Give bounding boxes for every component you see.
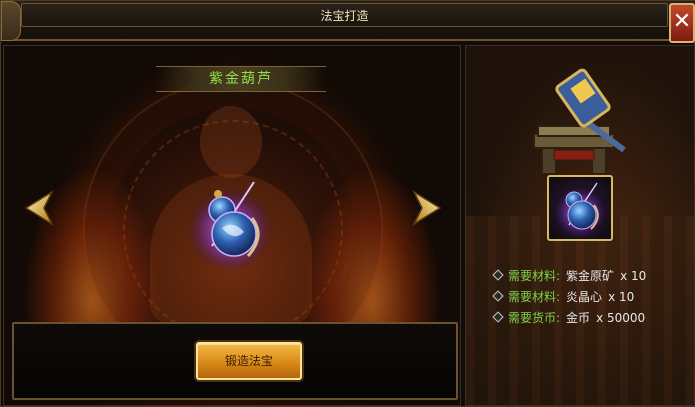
anvil-hammer-icon xyxy=(533,68,626,174)
item-display-panel: 紫金葫芦 锻造法宝 xyxy=(3,45,461,406)
requirement-qty: x 50000 xyxy=(596,311,646,325)
requirement-value: 紫金原矿 xyxy=(566,269,615,283)
requirement-value: 金币 xyxy=(566,311,591,325)
requirement-qty: x 10 xyxy=(608,290,635,304)
titlebar-ornament-left xyxy=(1,1,21,41)
diamond-bullet-icon xyxy=(492,310,504,323)
requirements-panel: 需要材料: 紫金原矿 x 10 需要材料: 炎晶心 x 10 需要货币: 金币 x 5000… xyxy=(465,45,695,406)
forge-button[interactable]: 锻造法宝 xyxy=(196,342,302,380)
silhouette-head xyxy=(200,106,262,178)
forge-action-bar: 锻造法宝 xyxy=(12,322,458,400)
close-button[interactable]: ✕ xyxy=(669,3,695,43)
gourd-icon[interactable] xyxy=(182,174,278,270)
requirement-qty: x 10 xyxy=(620,269,647,283)
title-plate: 法宝打造 xyxy=(21,3,668,27)
item-name: 紫金葫芦 xyxy=(209,71,273,87)
arrow-left-icon[interactable] xyxy=(22,188,56,228)
diamond-bullet-icon xyxy=(492,289,504,302)
material-slot-gourd-icon[interactable] xyxy=(547,175,613,241)
title-bar: 法宝打造 ✕ xyxy=(1,1,695,43)
requirement-row: 需要材料: 紫金原矿 x 10 xyxy=(492,266,694,287)
window-title: 法宝打造 xyxy=(320,9,369,23)
forge-window: 法宝打造 ✕ 紫金葫芦 锻造法宝 需要材料: 紫金原矿 x 10 需要材料: 炎… xyxy=(0,0,695,407)
requirements-list: 需要材料: 紫金原矿 x 10 需要材料: 炎晶心 x 10 需要货币: 金币 x 5000… xyxy=(492,266,694,329)
requirement-value: 炎晶心 xyxy=(566,290,603,304)
item-name-banner: 紫金葫芦 xyxy=(156,66,326,92)
diamond-bullet-icon xyxy=(492,268,504,281)
requirement-label: 需要货币: xyxy=(508,311,561,325)
requirement-row: 需要材料: 炎晶心 x 10 xyxy=(492,287,694,308)
requirement-label: 需要材料: xyxy=(508,290,561,304)
requirement-row: 需要货币: 金币 x 50000 xyxy=(492,308,694,329)
close-icon: ✕ xyxy=(672,9,692,34)
requirement-label: 需要材料: xyxy=(508,269,561,283)
arrow-right-icon[interactable] xyxy=(410,188,444,228)
